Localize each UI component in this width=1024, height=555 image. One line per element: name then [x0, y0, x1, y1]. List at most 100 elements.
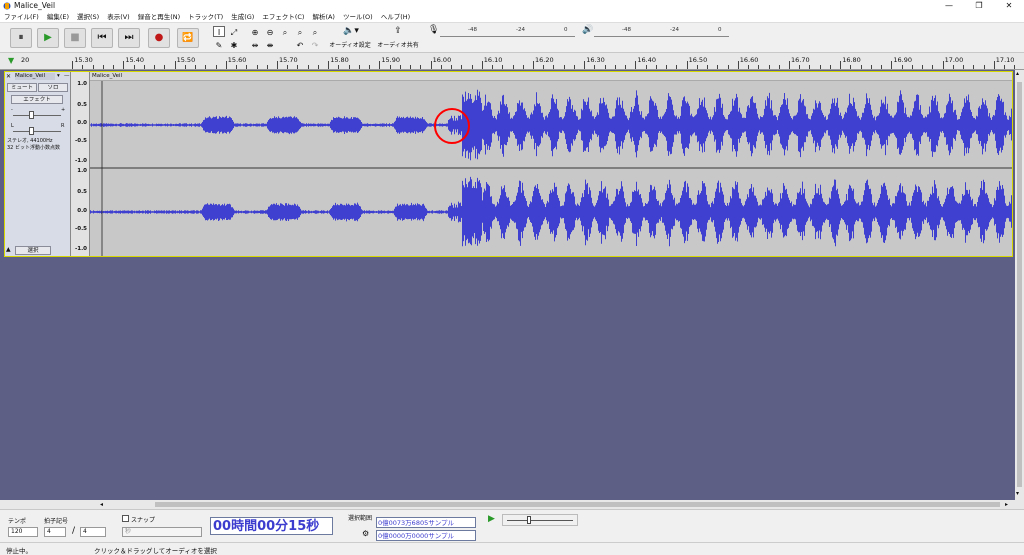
tempo-input[interactable]: 120	[8, 527, 38, 537]
waveform-area[interactable]: Malice_Veil	[90, 72, 1012, 256]
silence-icon[interactable]: ⇼	[264, 39, 276, 50]
fit-selection-icon[interactable]: ⌕	[279, 26, 291, 37]
ruler-minor-tick	[317, 65, 319, 69]
selection-gear-icon[interactable]: ⚙	[362, 529, 369, 538]
fit-project-icon[interactable]: ⌕	[294, 26, 306, 37]
vertical-scrollbar[interactable]: ▴ ▾	[1015, 70, 1024, 500]
audio-setup-label[interactable]: オーディオ設定	[328, 40, 372, 49]
track-name-menu[interactable]: Malice_Veil	[15, 73, 55, 80]
play-speed-slider[interactable]	[502, 514, 578, 526]
gain-slider-thumb[interactable]	[29, 111, 34, 119]
ruler-tick	[72, 61, 74, 69]
waveform[interactable]	[90, 81, 1012, 256]
maximize-button[interactable]: ❐	[964, 0, 994, 12]
ruler-minor-tick	[236, 65, 238, 69]
ruler-tick-label: 17.10	[995, 56, 1015, 64]
skip-to-start-button[interactable]: ⏮	[91, 28, 113, 48]
mute-button[interactable]: ミュート	[7, 83, 37, 92]
menu-tracks[interactable]: トラック(T)	[184, 12, 227, 23]
trim-icon[interactable]: ⇹	[249, 39, 261, 50]
horizontal-scrollbar[interactable]: ◂ ▸	[0, 500, 1024, 509]
draw-tool-icon[interactable]: ✎	[213, 39, 225, 50]
redo-icon[interactable]: ↷	[309, 39, 321, 50]
play-at-speed-icon[interactable]: ▶	[488, 514, 495, 524]
vruler-topneg05: -0.5	[74, 138, 87, 144]
menu-effect[interactable]: エフェクト(C)	[258, 12, 308, 23]
ruler-minor-tick	[287, 65, 289, 69]
undo-icon[interactable]: ↶	[294, 39, 306, 50]
pan-slider-thumb[interactable]	[29, 127, 34, 135]
scroll-right-icon[interactable]: ▸	[1005, 501, 1008, 508]
record-meter[interactable]: -48 -24 0	[440, 26, 575, 37]
menu-transport[interactable]: 録音と再生(N)	[134, 12, 184, 23]
ruler-minor-tick	[205, 65, 207, 69]
loop-button[interactable]: 🔁	[177, 28, 199, 48]
timeline-ruler[interactable]: ▼ 20 15.30 15.40 15.50 15.60 15.70 15.80 15.90…	[0, 53, 1024, 70]
ruler-tick	[379, 61, 381, 69]
ruler-minor-tick	[410, 65, 412, 69]
gain-max-label: +	[61, 107, 66, 113]
speaker-icon[interactable]: 🔈▾	[332, 26, 370, 36]
scroll-left-icon[interactable]: ◂	[100, 501, 103, 508]
stop-button[interactable]: ■	[64, 28, 86, 48]
close-button[interactable]: ✕	[994, 0, 1024, 12]
play-speed-thumb[interactable]	[527, 516, 531, 524]
ruler-minor-tick	[922, 65, 924, 69]
solo-button[interactable]: ソロ	[38, 83, 68, 92]
minimize-button[interactable]: —	[934, 0, 964, 12]
snap-unit-select[interactable]: 秒	[122, 527, 202, 537]
scroll-up-icon[interactable]: ▴	[1016, 70, 1019, 77]
audio-track[interactable]: ✕ Malice_Veil ▾ — ミュート ソロ エフェクト - + L R …	[4, 71, 1013, 257]
snap-checkbox[interactable]	[122, 515, 129, 522]
pan-left-label: L	[11, 123, 14, 129]
menu-help[interactable]: ヘルプ(H)	[377, 12, 414, 23]
envelope-tool-icon[interactable]: ⤢	[228, 26, 240, 37]
zoom-out-icon[interactable]: ⊖	[264, 26, 276, 37]
menu-generate[interactable]: 生成(G)	[227, 12, 258, 23]
ruler-tick-label: 15.30	[74, 56, 93, 64]
pause-button[interactable]: ⏸	[10, 28, 32, 48]
pan-slider[interactable]	[13, 131, 61, 132]
zoom-in-icon[interactable]: ⊕	[249, 26, 261, 37]
gain-slider[interactable]	[13, 115, 61, 116]
vruler-botneg05: -0.5	[74, 226, 87, 232]
scroll-down-icon[interactable]: ▾	[1016, 490, 1019, 497]
selection-start-field[interactable]: 0億0073万6805サンプル	[376, 517, 476, 528]
collapse-track-icon[interactable]: —	[64, 73, 70, 79]
collapse-arrow-icon[interactable]: ▲	[6, 246, 11, 253]
menu-file[interactable]: ファイル(F)	[0, 12, 43, 23]
play-head-marker-icon[interactable]: ▼	[8, 56, 14, 65]
ruler-tick	[891, 61, 893, 69]
bottom-toolbar: テンポ 120 拍子記号 4 / 4 スナップ 秒 00時間00分15秒 選択範…	[0, 509, 1024, 542]
time-display[interactable]: 00時間00分15秒	[210, 517, 333, 535]
selection-end-field[interactable]: 0億0000万0000サンプル	[376, 530, 476, 541]
track-close-icon[interactable]: ✕	[6, 73, 15, 80]
vertical-scroll-thumb[interactable]	[1017, 82, 1022, 487]
menu-tools[interactable]: ツール(O)	[339, 12, 377, 23]
horizontal-scroll-thumb[interactable]	[155, 502, 1000, 507]
menu-edit[interactable]: 編集(E)	[43, 12, 73, 23]
menu-view[interactable]: 表示(V)	[103, 12, 134, 23]
ruler-minor-tick	[102, 65, 104, 69]
time-signature-numerator[interactable]: 4	[44, 527, 66, 537]
multi-tool-icon[interactable]: ✱	[228, 39, 240, 50]
selection-tool-icon[interactable]: I	[213, 26, 225, 37]
playback-meter[interactable]: -48 -24 0	[594, 26, 729, 37]
skip-to-end-button[interactable]: ⏭	[118, 28, 140, 48]
rec-scale-24: -24	[516, 27, 525, 33]
share-audio-label[interactable]: オーディオ共有	[376, 40, 420, 49]
play-button[interactable]: ▶	[37, 28, 59, 48]
record-button[interactable]: ●	[148, 28, 170, 48]
menu-select[interactable]: 選択(S)	[73, 12, 103, 23]
effects-button[interactable]: エフェクト	[11, 95, 63, 104]
status-bar: 停止中。 クリック＆ドラッグしてオーディオを選択	[0, 542, 1024, 555]
ruler-start-label: 20	[21, 56, 30, 64]
zoom-toggle-icon[interactable]: ⌕	[309, 26, 321, 37]
track-select-button[interactable]: 選択	[15, 246, 51, 255]
menu-analyze[interactable]: 解析(A)	[308, 12, 339, 23]
share-icon[interactable]: ⇪	[378, 26, 418, 36]
track-menu-arrow-icon[interactable]: ▾	[57, 73, 60, 79]
ruler-minor-tick	[829, 65, 831, 69]
time-signature-denominator[interactable]: 4	[80, 527, 106, 537]
clip-header[interactable]: Malice_Veil	[90, 72, 1012, 81]
